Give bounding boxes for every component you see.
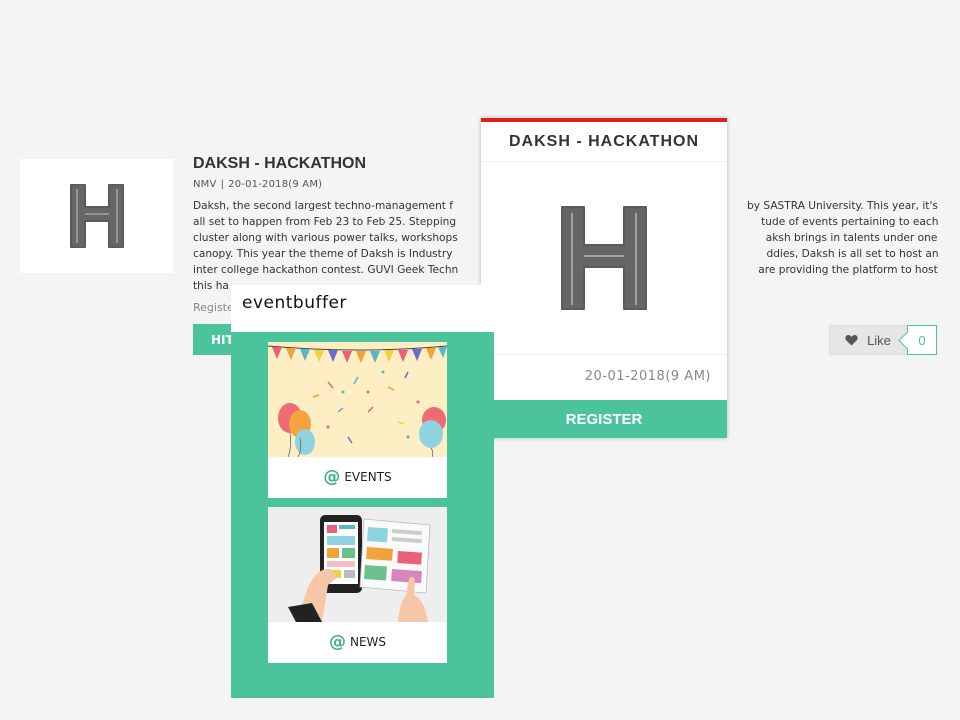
party-illustration bbox=[268, 342, 447, 457]
event-thumbnail[interactable] bbox=[20, 159, 173, 273]
description-fragment-left: inter college hackathon contest. GUVI Ge… bbox=[193, 264, 459, 276]
description-fragment-right: are providing the platform to host bbox=[758, 264, 938, 276]
event-location: NMV bbox=[193, 179, 217, 190]
description-fragment-left: this ha bbox=[193, 280, 229, 292]
description-fragment-left: all set to happen from Feb 23 to Feb 25.… bbox=[193, 216, 457, 228]
description-fragment-right: aksh brings in talents under one bbox=[765, 232, 938, 244]
description-fragment-right: tude of events pertaining to each bbox=[761, 216, 938, 228]
popup-body: @ EVENTS @ NEWS bbox=[231, 332, 494, 698]
description-fragment-left: cluster along with various power talks, … bbox=[193, 232, 458, 244]
like-widget: Like 0 bbox=[829, 325, 937, 355]
description-fragment-right: ddies, Daksh is all set to host an bbox=[766, 248, 938, 260]
news-label-row: @ NEWS bbox=[268, 622, 447, 662]
events-tile[interactable]: @ EVENTS bbox=[268, 342, 447, 498]
news-label: NEWS bbox=[349, 635, 387, 649]
popup-header: eventbuffer bbox=[231, 285, 494, 332]
register-text: Registe bbox=[193, 301, 234, 314]
news-illustration bbox=[268, 507, 447, 622]
description-fragment-left: Daksh, the second largest techno-managem… bbox=[193, 200, 454, 212]
description-fragment-right: by SASTRA University. This year, it's bbox=[747, 200, 938, 212]
letter-h-icon bbox=[69, 184, 124, 248]
card-title[interactable]: DAKSH - HACKATHON bbox=[481, 122, 727, 162]
like-count: 0 bbox=[907, 325, 937, 355]
events-label-row: @ EVENTS bbox=[268, 457, 447, 497]
like-button[interactable]: Like bbox=[829, 325, 907, 355]
events-label: EVENTS bbox=[344, 470, 392, 484]
register-button[interactable]: REGISTER bbox=[481, 400, 727, 438]
at-icon: @ bbox=[328, 632, 346, 652]
eventbuffer-popup: eventbuffer @ EVENTS @ NEWS bbox=[231, 285, 494, 698]
eventbuffer-logo[interactable]: eventbuffer bbox=[242, 293, 347, 313]
card-image[interactable] bbox=[481, 162, 727, 354]
at-icon: @ bbox=[323, 467, 341, 487]
heart-icon bbox=[845, 334, 858, 346]
event-title[interactable]: DAKSH - HACKATHON bbox=[193, 155, 366, 173]
like-label: Like bbox=[867, 332, 891, 348]
card-date: 20-01-2018(9 AM) bbox=[481, 354, 727, 398]
event-meta: NMV | 20-01-2018(9 AM) bbox=[193, 179, 322, 190]
event-card[interactable]: DAKSH - HACKATHON 20-01-2018(9 AM) REGIS… bbox=[481, 118, 727, 438]
meta-separator: | bbox=[220, 179, 225, 190]
event-date: 20-01-2018(9 AM) bbox=[228, 179, 323, 190]
description-fragment-left: canopy. This year the theme of Daksh is … bbox=[193, 248, 453, 260]
news-tile[interactable]: @ NEWS bbox=[268, 507, 447, 663]
letter-h-icon bbox=[561, 206, 647, 310]
